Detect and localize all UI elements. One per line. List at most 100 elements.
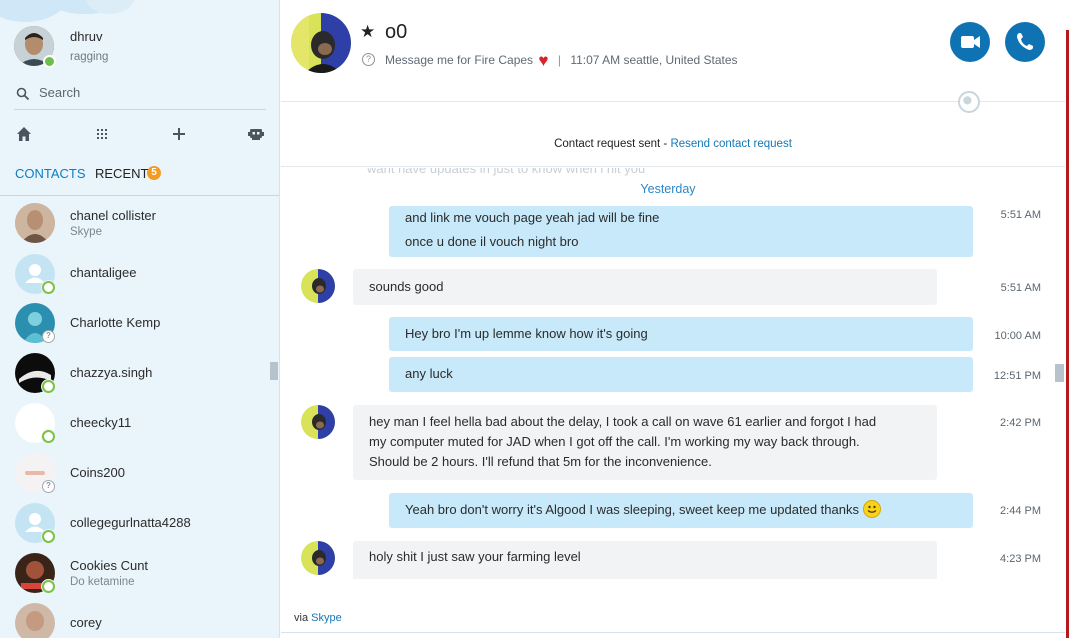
chat-pane: ★ o0 ? Message me for Fire Capes ♥ | 11:…	[281, 0, 1069, 638]
home-icon[interactable]	[14, 124, 34, 144]
nav-toolbar	[0, 118, 279, 150]
sidebar: dhruv ragging Search CONTACTS RECENT 5 c…	[0, 0, 280, 638]
contact-item[interactable]: chazzya.singh	[0, 352, 268, 402]
tab-contacts[interactable]: CONTACTS	[15, 166, 86, 181]
contact-name: Charlotte Kemp	[70, 315, 161, 330]
help-icon: ?	[362, 53, 375, 66]
recent-count-badge: 5	[147, 166, 161, 180]
message-timestamp: 2:42 PM	[1000, 417, 1041, 429]
outgoing-message-bubble[interactable]: any luck	[389, 357, 973, 392]
message-text: Yeah bro don't worry it's Algood I was s…	[405, 502, 859, 517]
incoming-message-bubble[interactable]: hey man I feel hella bad about the delay…	[353, 405, 937, 480]
via-label: via	[294, 612, 312, 624]
contact-photo	[15, 603, 55, 638]
via-skype-link[interactable]: Skype	[311, 612, 342, 624]
sidebar-scrollbar-thumb[interactable]	[270, 362, 278, 380]
divider	[281, 166, 1065, 167]
date-separator: Yesterday	[640, 182, 696, 196]
sender-photo	[301, 269, 335, 303]
divider	[281, 632, 1065, 633]
contact-item[interactable]: corey	[0, 602, 268, 638]
incoming-message-bubble[interactable]: sounds good	[353, 269, 937, 305]
contact-item[interactable]: cheecky11	[0, 402, 268, 452]
unknown-status-icon: ?	[42, 480, 55, 493]
sidebar-tabs: CONTACTS RECENT 5	[0, 158, 279, 196]
divider	[281, 101, 951, 102]
outgoing-message-bubble[interactable]: and link me vouch page yeah jad will be …	[389, 206, 973, 257]
phone-icon	[1017, 33, 1033, 50]
audio-call-button[interactable]	[1005, 22, 1045, 62]
message-text-line: my computer muted for JAD when I got off…	[369, 434, 860, 449]
chat-contact-info: Message me for Fire Capes ♥ | 11:07 AM s…	[385, 51, 738, 71]
contact-name: cheecky11	[70, 415, 132, 430]
chat-scrollbar-thumb[interactable]	[1055, 364, 1064, 382]
contact-item[interactable]: collegegurlnatta4288	[0, 502, 268, 552]
outgoing-message-bubble[interactable]: Yeah bro don't worry it's Algood I was s…	[389, 493, 973, 528]
outgoing-message-bubble[interactable]: Hey bro I'm up lemme know how it's going	[389, 317, 973, 351]
search-label: Search	[39, 85, 81, 100]
contact-item[interactable]: chanel collister Skype	[0, 198, 268, 248]
contact-avatar	[15, 203, 55, 243]
contact-item[interactable]: Cookies Cunt Do ketamine	[0, 552, 268, 602]
contact-name: corey	[70, 615, 102, 630]
message-text-line: and link me vouch page yeah jad will be …	[405, 210, 660, 225]
tab-recent[interactable]: RECENT	[95, 166, 148, 181]
globe-icon	[958, 91, 980, 113]
chat-contact-location: 11:07 AM seattle, United States	[570, 53, 738, 67]
online-status-icon	[43, 55, 56, 68]
contact-avatar	[15, 603, 55, 638]
online-status-icon	[42, 580, 55, 593]
profile-mood[interactable]: ragging	[70, 51, 108, 63]
profile-name: dhruv	[70, 29, 103, 44]
contact-request-notice: Contact request sent - Resend contact re…	[281, 138, 1065, 150]
message-text-line: any luck	[405, 366, 453, 381]
contact-name: chazzya.singh	[70, 365, 153, 380]
contact-photo	[15, 203, 55, 243]
contact-name: chantaligee	[70, 265, 137, 280]
incoming-message-bubble[interactable]: holy shit I just saw your farming level	[353, 541, 937, 579]
separator: |	[557, 53, 561, 67]
contact-subtitle: Skype	[70, 226, 102, 238]
contact-list: chanel collister Skype chantaligee ? Cha…	[0, 198, 268, 638]
bot-icon[interactable]	[246, 124, 266, 144]
resend-contact-request-link[interactable]: Resend contact request	[670, 138, 791, 150]
message-sender-avatar[interactable]	[301, 405, 335, 439]
contact-name: collegegurlnatta4288	[70, 515, 191, 530]
contact-request-text: Contact request sent -	[554, 138, 671, 150]
heart-icon: ♥	[538, 51, 549, 70]
message-sender-avatar[interactable]	[301, 541, 335, 575]
message-timestamp: 5:51 AM	[1000, 209, 1041, 221]
contact-name: chanel collister	[70, 208, 156, 223]
dialpad-icon[interactable]	[92, 124, 112, 144]
message-timestamp: 10:00 AM	[994, 330, 1041, 342]
message-list: want have updates in just to know when i…	[281, 168, 1065, 579]
message-text-line: Yeah bro don't worry it's Algood I was s…	[405, 500, 957, 520]
search-box[interactable]: Search	[14, 80, 266, 110]
contact-item[interactable]: ? Coins200	[0, 452, 268, 502]
faded-message-text: want have updates in just to know when i…	[367, 168, 646, 176]
message-text-line: holy shit I just saw your farming level	[369, 549, 581, 564]
smile-face-icon	[867, 505, 877, 513]
favorite-star-icon[interactable]: ★	[360, 22, 375, 42]
online-status-icon	[42, 530, 55, 543]
message-timestamp: 2:44 PM	[1000, 505, 1041, 517]
message-sender-avatar[interactable]	[301, 269, 335, 303]
contact-name: Cookies Cunt	[70, 558, 149, 573]
message-timestamp: 12:51 PM	[993, 370, 1041, 382]
chat-contact-name: o0	[385, 21, 408, 43]
video-call-button[interactable]	[950, 22, 990, 62]
message-text-line: hey man I feel hella bad about the delay…	[369, 414, 877, 429]
smile-emoji-icon	[862, 500, 881, 518]
add-icon[interactable]	[169, 124, 189, 144]
online-status-icon	[42, 281, 55, 294]
unknown-status-icon: ?	[42, 330, 55, 343]
contact-item[interactable]: ? Charlotte Kemp	[0, 302, 268, 352]
contact-item[interactable]: chantaligee	[0, 252, 268, 302]
sender-photo	[301, 541, 335, 575]
message-text-line: Hey bro I'm up lemme know how it's going	[405, 326, 648, 341]
chat-contact-photo	[291, 13, 351, 73]
message-text-line: once u done il vouch night bro	[405, 234, 579, 249]
profile-area[interactable]: dhruv ragging	[14, 24, 264, 70]
chat-contact-avatar[interactable]	[291, 13, 351, 73]
chat-footer: via Skype	[281, 612, 1065, 624]
